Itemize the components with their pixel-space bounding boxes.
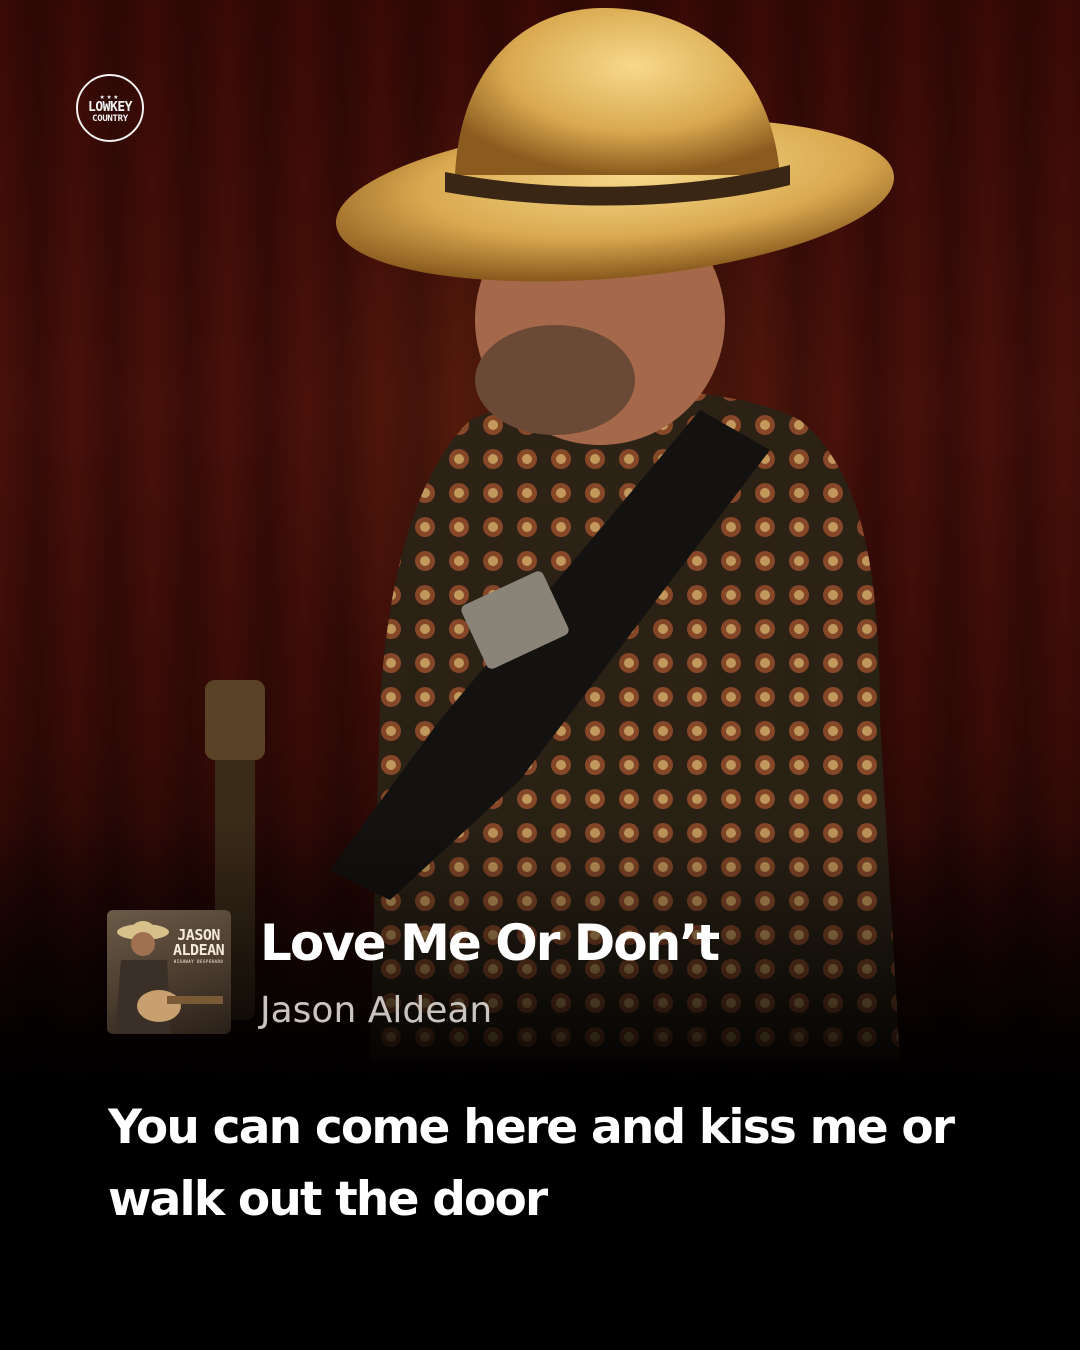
logo-line-2: COUNTRY: [92, 114, 128, 124]
lyric-text: You can come here and kiss me or walk ou…: [108, 1100, 955, 1227]
lyric-card: ★★★ LOWKEY COUNTRY JASON ALDEAN HIGHWAY …: [0, 0, 1080, 1350]
lowkey-country-logo-icon: ★★★ LOWKEY COUNTRY: [76, 74, 144, 142]
song-artist: Jason Aldean: [260, 990, 493, 1031]
logo-line-1: LOWKEY: [88, 100, 132, 115]
song-title: Love Me Or Don’t: [260, 914, 720, 972]
album-art-text: JASON ALDEAN HIGHWAY DESPERADO: [173, 928, 225, 966]
album-art-line-2: ALDEAN: [173, 941, 225, 959]
album-art-subtitle: HIGHWAY DESPERADO: [173, 959, 224, 964]
album-art-icon: JASON ALDEAN HIGHWAY DESPERADO: [107, 910, 231, 1034]
